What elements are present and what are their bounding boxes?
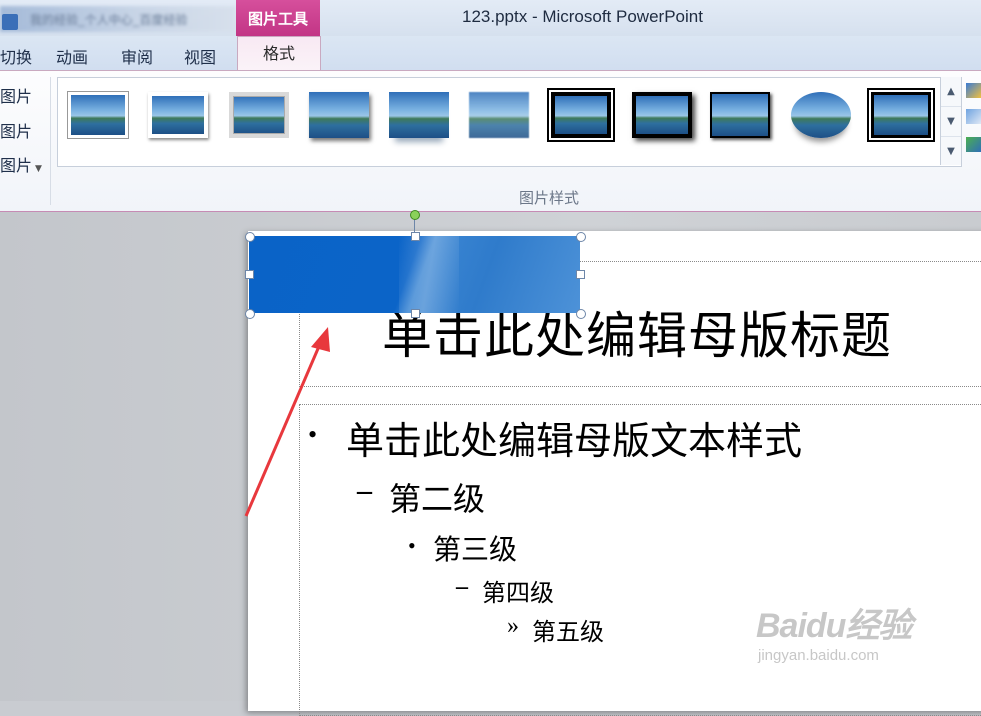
title-bar: 我的经验_个人中心_百度经验 123.pptx - Microsoft Powe… bbox=[0, 0, 981, 38]
picture-tools-context-tab: 图片工具 bbox=[236, 0, 320, 36]
bullet-level-1: • bbox=[308, 420, 318, 449]
resize-handle-top-left[interactable] bbox=[245, 232, 255, 242]
selected-picture[interactable] bbox=[249, 236, 580, 313]
text-level-2[interactable]: 第二级 bbox=[389, 474, 485, 520]
picture-border-icon[interactable] bbox=[966, 83, 981, 98]
picture-command-1[interactable]: 图片 bbox=[0, 83, 32, 107]
picture-style-thumb[interactable] bbox=[791, 92, 851, 138]
gallery-more-icon[interactable]: ▼ bbox=[941, 137, 961, 166]
bullet-level-3: • bbox=[408, 533, 416, 558]
text-level-3[interactable]: 第三级 bbox=[433, 528, 517, 568]
picture-style-thumb[interactable] bbox=[389, 92, 449, 138]
powerpoint-app-icon[interactable] bbox=[2, 14, 18, 30]
picture-style-thumb[interactable] bbox=[148, 92, 208, 138]
bullet-level-4: – bbox=[456, 574, 468, 600]
blurred-browser-tab: 我的经验_个人中心_百度经验 bbox=[0, 6, 236, 32]
text-level-1[interactable]: 单击此处编辑母版文本样式 bbox=[346, 410, 802, 465]
ribbon-tab-row: 切换 动画 审阅 视图 格式 bbox=[0, 36, 981, 71]
resize-handle-right[interactable] bbox=[576, 270, 585, 279]
resize-handle-bottom-right[interactable] bbox=[576, 309, 586, 319]
tab-view[interactable]: 视图 bbox=[184, 44, 216, 68]
resize-handle-top[interactable] bbox=[411, 232, 420, 241]
ribbon-panel: 图片 图片 图片 ▼ ▲ ▼ ▼ 图片样式 bbox=[0, 70, 981, 213]
baidu-jingyan-watermark: Baidu经验 jingyan.baidu.com bbox=[756, 607, 912, 664]
picture-style-thumb[interactable] bbox=[869, 90, 933, 140]
resize-handle-top-right[interactable] bbox=[576, 232, 586, 242]
resize-handle-left[interactable] bbox=[245, 270, 254, 279]
picture-effects-icon[interactable] bbox=[966, 109, 981, 124]
rotate-handle[interactable] bbox=[410, 210, 420, 220]
picture-style-thumb[interactable] bbox=[469, 92, 529, 138]
picture-style-thumb[interactable] bbox=[229, 92, 289, 138]
tab-review[interactable]: 审阅 bbox=[121, 44, 153, 68]
picture-style-thumb[interactable] bbox=[309, 92, 369, 138]
resize-handle-bottom[interactable] bbox=[411, 309, 420, 318]
tab-transitions[interactable]: 切换 bbox=[0, 44, 32, 68]
text-level-4[interactable]: 第四级 bbox=[482, 573, 554, 608]
bullet-level-2: – bbox=[357, 474, 372, 507]
window-title: 123.pptx - Microsoft PowerPoint bbox=[462, 7, 703, 26]
scroll-down-icon[interactable]: ▼ bbox=[941, 107, 961, 137]
picture-styles-gallery bbox=[57, 77, 962, 167]
tab-animations[interactable]: 动画 bbox=[56, 44, 88, 68]
blurred-tab-text: 我的经验_个人中心_百度经验 bbox=[30, 13, 188, 27]
resize-handle-bottom-left[interactable] bbox=[245, 309, 255, 319]
picture-style-thumb[interactable] bbox=[549, 90, 613, 140]
bullet-level-5: » bbox=[507, 613, 519, 639]
group-label-picture-styles: 图片样式 bbox=[519, 189, 580, 207]
picture-style-thumb[interactable] bbox=[710, 92, 770, 138]
scroll-up-icon[interactable]: ▲ bbox=[941, 77, 961, 107]
picture-layout-icon[interactable] bbox=[966, 137, 981, 152]
picture-style-thumb[interactable] bbox=[632, 92, 692, 138]
picture-command-3[interactable]: 图片 ▼ bbox=[0, 152, 42, 176]
tab-format[interactable]: 格式 bbox=[237, 36, 321, 71]
picture-command-2[interactable]: 图片 bbox=[0, 118, 32, 142]
group-divider bbox=[50, 77, 51, 205]
picture-style-thumb[interactable] bbox=[68, 92, 128, 138]
gallery-scrollbar[interactable]: ▲ ▼ ▼ bbox=[940, 77, 961, 165]
text-level-5[interactable]: 第五级 bbox=[532, 612, 604, 647]
dropdown-arrow-icon[interactable]: ▼ bbox=[35, 164, 42, 174]
